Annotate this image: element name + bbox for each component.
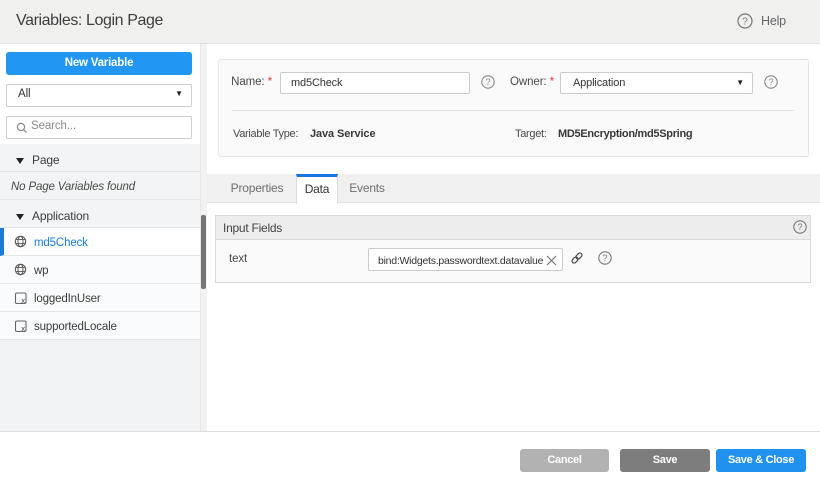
svg-text:x: x xyxy=(21,324,25,333)
svg-text:?: ? xyxy=(797,222,802,232)
svg-text:?: ? xyxy=(602,253,607,263)
svg-text:x: x xyxy=(21,296,25,305)
svg-text:?: ? xyxy=(742,17,748,28)
svg-text:?: ? xyxy=(768,77,773,87)
